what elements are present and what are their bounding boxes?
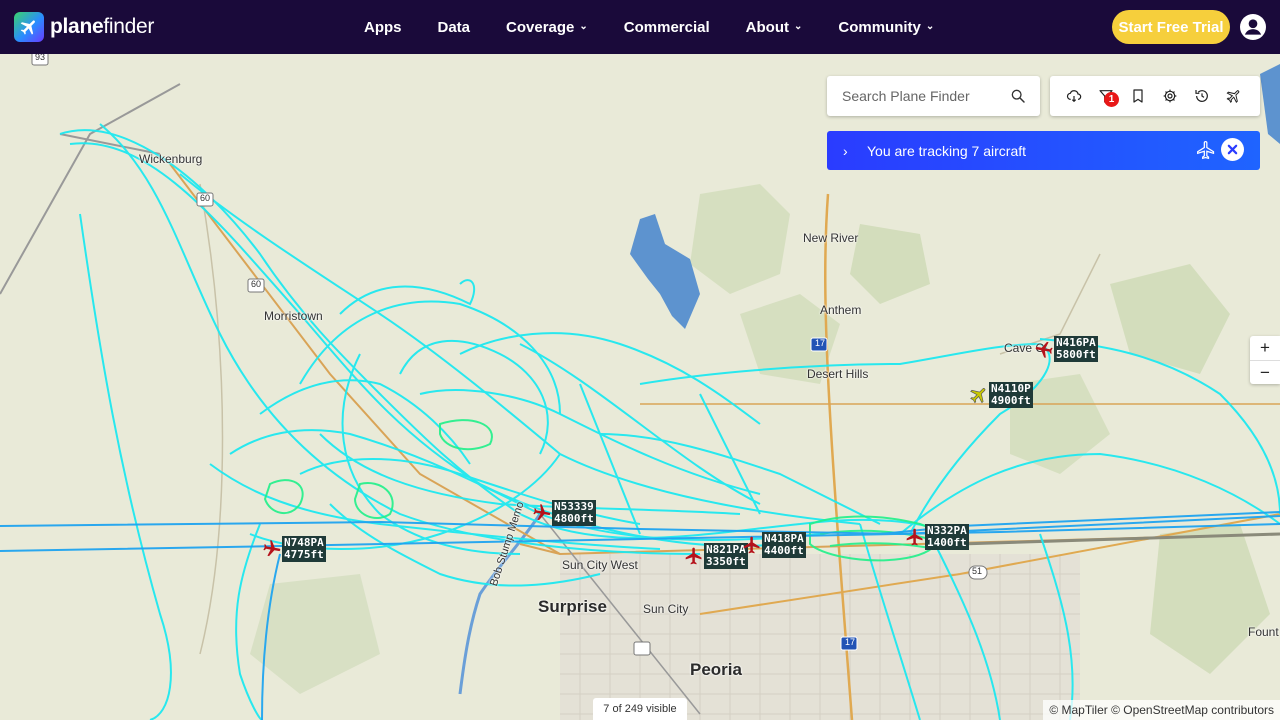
nav-commercial[interactable]: Commercial <box>624 19 710 36</box>
planefinder-logo[interactable]: planefinder <box>14 12 154 42</box>
nav-apps[interactable]: Apps <box>364 19 402 36</box>
map-toolbar <box>1050 76 1260 116</box>
zoom-in-button[interactable]: + <box>1250 336 1280 360</box>
aircraft-marker[interactable]: N53339 4800ft <box>532 500 596 526</box>
aircraft-label: N416PA 5800ft <box>1054 336 1098 362</box>
aircraft-marker[interactable]: N416PA 5800ft <box>1034 336 1098 362</box>
airplane-outline-icon <box>1197 141 1215 160</box>
zoom-controls: + − <box>1250 336 1280 384</box>
shield-label: 17 <box>845 637 856 647</box>
place-sun-city: Sun City <box>643 602 689 616</box>
search-input[interactable] <box>842 88 1002 104</box>
aircraft-label: N4110P 4900ft <box>989 382 1033 408</box>
start-free-trial-button[interactable]: Start Free Trial <box>1112 10 1230 44</box>
airplane-icon <box>685 547 702 565</box>
place-fount: Fount <box>1248 625 1279 639</box>
airplane-icon <box>533 504 551 521</box>
airplane-icon <box>743 536 760 554</box>
aircraft-label: N748PA 4775ft <box>282 536 326 562</box>
aircraft-marker[interactable]: N4110P 4900ft <box>969 382 1033 408</box>
nav-coverage[interactable]: Coverage ⌄ <box>506 19 588 36</box>
shield-label: 93 <box>35 54 46 62</box>
aircraft-label: N53339 4800ft <box>552 500 596 526</box>
place-new-river: New River <box>803 231 859 245</box>
history-icon[interactable] <box>1194 88 1210 104</box>
shield-label: 60 <box>251 279 262 289</box>
chevron-right-icon[interactable]: › <box>843 143 857 159</box>
close-icon <box>1227 144 1238 155</box>
logo-wordmark: planefinder <box>50 15 155 38</box>
map-attribution[interactable]: © MapTiler © OpenStreetMap contributors <box>1043 700 1280 720</box>
weather-icon[interactable] <box>1066 88 1082 104</box>
place-wickenburg: Wickenburg <box>139 152 203 166</box>
aircraft-marker[interactable]: N821PA 3350ft <box>684 543 748 569</box>
nav-about[interactable]: About ⌄ <box>746 19 803 36</box>
main-nav: Apps Data Coverage ⌄ Commercial About ⌄ Co… <box>364 0 970 54</box>
shield-label: 17 <box>815 338 826 348</box>
place-surprise: Surprise <box>538 597 607 616</box>
top-navigation-bar: planefinder Apps Data Coverage ⌄ Commerci… <box>0 0 1280 54</box>
aircraft-marker[interactable]: N332PA 1400ft <box>905 524 969 550</box>
shield-label: 51 <box>972 566 983 576</box>
tracking-text: You are tracking 7 aircraft <box>867 142 1027 159</box>
logo-plane-icon <box>14 12 44 42</box>
shield-label: 60 <box>200 193 211 203</box>
place-anthem: Anthem <box>820 303 862 317</box>
gear-icon[interactable] <box>1162 88 1178 104</box>
place-sun-city-west: Sun City West <box>562 558 638 572</box>
airplane-icon <box>1035 341 1053 358</box>
visible-aircraft-count: 7 of 249 visible <box>593 698 687 720</box>
close-tracking-button[interactable] <box>1221 138 1244 161</box>
chevron-down-icon: ⌄ <box>793 20 803 32</box>
account-icon[interactable] <box>1240 14 1266 40</box>
bookmark-icon[interactable] <box>1130 88 1146 104</box>
place-desert-hills: Desert Hills <box>807 367 869 381</box>
place-peoria: Peoria <box>690 660 742 679</box>
filter-count-badge: 1 <box>1104 92 1119 107</box>
place-morristown: Morristown <box>264 309 323 323</box>
chevron-down-icon: ⌄ <box>925 20 935 32</box>
nav-community[interactable]: Community ⌄ <box>838 19 934 36</box>
search-icon[interactable] <box>1010 88 1026 104</box>
airplane-icon <box>906 528 923 546</box>
aircraft-label: N418PA 4400ft <box>762 532 806 558</box>
nav-data[interactable]: Data <box>438 19 471 36</box>
aircraft-marker[interactable]: N748PA 4775ft <box>262 536 326 562</box>
chevron-down-icon: ⌄ <box>579 20 588 32</box>
airplane-icon <box>263 540 281 557</box>
airplane-icon <box>970 388 986 404</box>
aircraft-marker[interactable]: N418PA 4400ft <box>742 532 806 558</box>
add-aircraft-icon[interactable] <box>1226 88 1242 104</box>
zoom-out-button[interactable]: − <box>1250 360 1280 384</box>
search-box <box>827 76 1040 116</box>
aircraft-label: N332PA 1400ft <box>925 524 969 550</box>
